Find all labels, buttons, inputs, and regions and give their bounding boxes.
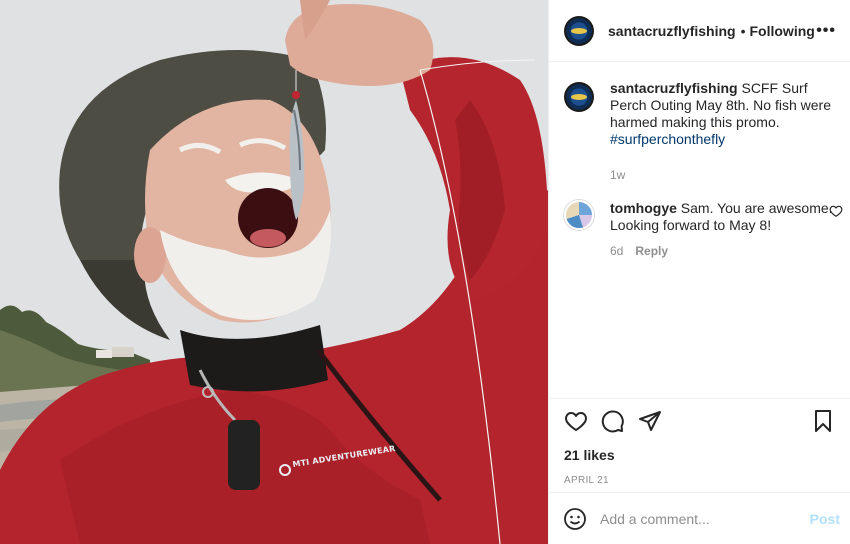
post-comment-button[interactable]: Post [810, 511, 840, 527]
caption: santacruzflyfishing SCFF Surf Perch Outi… [564, 80, 835, 148]
likes-count[interactable]: 21 likes [564, 447, 835, 463]
comments-list[interactable]: santacruzflyfishing SCFF Surf Perch Outi… [549, 62, 850, 398]
comment-item: tomhogye Sam. You are awesome. Looking f… [564, 200, 843, 234]
share-paper-plane-icon[interactable] [638, 409, 662, 433]
post-side-panel: santacruzflyfishing • Following ••• sant… [548, 0, 850, 544]
caption-hashtag[interactable]: #surfperchonthefly [610, 131, 725, 147]
instagram-post: MTI ADVENTUREWEAR santacruzflyfishing • … [0, 0, 850, 544]
reply-button[interactable]: Reply [635, 244, 668, 258]
post-date[interactable]: APRIL 21 [564, 475, 835, 486]
caption-meta: 1w [610, 168, 835, 182]
more-dots-icon[interactable]: ••• [816, 22, 836, 40]
commenter-username[interactable]: tomhogye [610, 200, 677, 216]
caption-avatar[interactable] [564, 82, 594, 112]
commenter-avatar[interactable] [564, 200, 594, 230]
like-comment-heart-icon[interactable] [829, 204, 843, 218]
profile-avatar[interactable] [564, 15, 594, 46]
header-username[interactable]: santacruzflyfishing [608, 23, 736, 39]
comment-meta: 6d Reply [610, 244, 835, 258]
post-photo[interactable]: MTI ADVENTUREWEAR [0, 0, 548, 544]
comment-age[interactable]: 6d [610, 244, 623, 258]
fisherman-photo [0, 0, 548, 544]
comment-bubble-icon[interactable] [601, 409, 625, 433]
caption-age[interactable]: 1w [610, 168, 625, 182]
following-button[interactable]: Following [750, 23, 815, 39]
comment-input[interactable] [600, 510, 810, 527]
like-heart-icon[interactable] [564, 409, 588, 433]
add-comment-bar: Post [549, 492, 850, 544]
comment-body: tomhogye Sam. You are awesome. Looking f… [610, 200, 835, 234]
action-icons [564, 409, 835, 433]
post-actions: 21 likes APRIL 21 [549, 398, 850, 492]
caption-body: santacruzflyfishing SCFF Surf Perch Outi… [610, 80, 835, 148]
caption-username[interactable]: santacruzflyfishing [610, 80, 738, 96]
header-separator: • [740, 22, 746, 39]
save-bookmark-icon[interactable] [811, 409, 835, 433]
emoji-smiley-icon[interactable] [563, 507, 587, 531]
post-header: santacruzflyfishing • Following ••• [549, 0, 850, 62]
